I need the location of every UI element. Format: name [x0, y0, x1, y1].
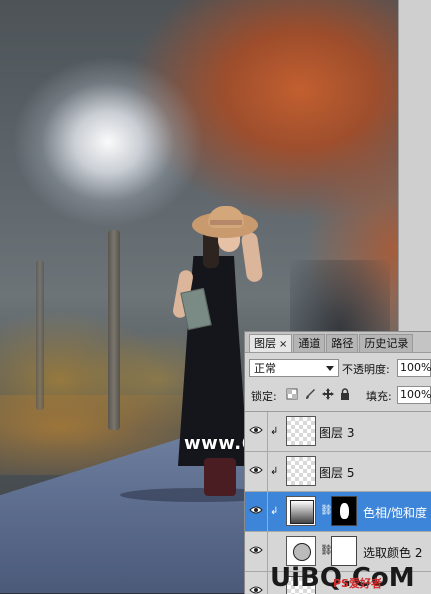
layer-thumbnail[interactable]: [286, 416, 316, 446]
hue-saturation-thumbnail[interactable]: [286, 496, 316, 526]
visibility-column[interactable]: [245, 572, 268, 594]
move-icon[interactable]: [322, 388, 334, 400]
fill-input[interactable]: 100%: [397, 386, 431, 404]
layer-mask[interactable]: [331, 496, 357, 526]
lock-label: 锁定:: [251, 390, 277, 403]
tab-label: 历史记录: [364, 337, 409, 350]
tree-trunk: [36, 260, 44, 410]
visibility-column[interactable]: [245, 532, 268, 571]
eye-icon[interactable]: [249, 425, 263, 437]
hat-band: [210, 220, 242, 225]
panel-tabs: 图层 × 通道 路径 历史记录: [245, 332, 431, 353]
clipping-arrow-icon: ↲: [270, 426, 279, 437]
clipping-arrow-icon: ↲: [270, 506, 279, 517]
layer-row[interactable]: ↲ 图层 5: [245, 452, 431, 492]
tab-paths[interactable]: 路径: [326, 334, 359, 352]
visibility-column[interactable]: [245, 492, 268, 531]
mask-shape: [340, 503, 349, 519]
tab-label: 通道: [298, 337, 321, 350]
tab-label: 路径: [331, 337, 354, 350]
woman-boots: [204, 458, 236, 496]
opacity-input[interactable]: 100%: [397, 359, 431, 377]
eye-icon[interactable]: [249, 505, 263, 517]
selective-color-thumbnail[interactable]: [286, 536, 316, 566]
tab-label: 图层: [254, 337, 276, 350]
layer-row[interactable]: ↲ 图层 3: [245, 412, 431, 452]
visibility-column[interactable]: [245, 412, 268, 451]
chevron-down-icon: [326, 366, 334, 371]
tree-trunk: [108, 230, 120, 430]
layer-name[interactable]: 选取颜色 2: [363, 544, 422, 561]
lock-transparent-icon[interactable]: [286, 388, 298, 400]
layer-row[interactable]: ↲ ⛓ 色相/饱和度: [245, 492, 431, 532]
woman-arm: [240, 231, 264, 283]
gradient-icon: [290, 500, 314, 524]
tab-channels[interactable]: 通道: [293, 334, 326, 352]
blend-mode-value: 正常: [254, 362, 276, 375]
layer-name[interactable]: 图层 5: [319, 464, 354, 481]
layer-name[interactable]: 色相/饱和度: [363, 504, 427, 521]
brush-icon[interactable]: [304, 388, 316, 400]
layer-thumbnail[interactable]: [286, 456, 316, 486]
tab-history[interactable]: 历史记录: [359, 334, 414, 352]
layers-panel: 图层 × 通道 路径 历史记录 正常 不透明度: 100% 锁定: 填充: 100…: [244, 331, 431, 594]
lock-icon[interactable]: [339, 388, 351, 400]
eye-icon[interactable]: [249, 465, 263, 477]
close-icon[interactable]: ×: [279, 339, 287, 350]
opacity-label: 不透明度:: [342, 363, 390, 376]
fill-label: 填充:: [366, 390, 392, 403]
tab-layers[interactable]: 图层 ×: [249, 334, 293, 352]
eye-icon[interactable]: [249, 545, 263, 557]
visibility-column[interactable]: [245, 452, 268, 491]
workspace-edge: [398, 0, 431, 333]
layer-name[interactable]: 图层 3: [319, 424, 354, 441]
adjustment-icon: [293, 543, 311, 561]
uibq-subtitle: PS爱好者: [333, 577, 382, 590]
blend-mode-select[interactable]: 正常: [249, 359, 339, 377]
clipping-arrow-icon: ↲: [270, 466, 279, 477]
layer-mask[interactable]: [331, 536, 357, 566]
